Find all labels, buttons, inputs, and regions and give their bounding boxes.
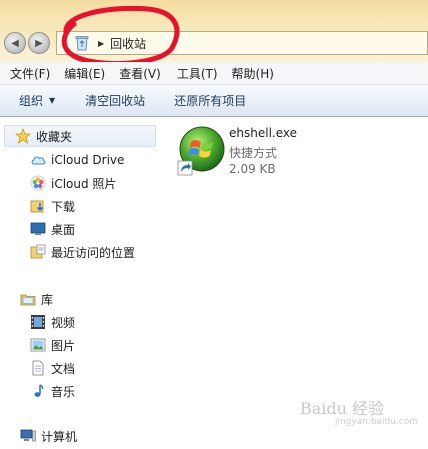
desktop-icon — [30, 222, 46, 235]
file-name: ehshell.exe — [229, 126, 297, 140]
document-icon — [32, 360, 44, 376]
library-icon — [20, 294, 36, 306]
watermark: Baidu 经验 — [300, 399, 385, 418]
picture-icon — [30, 338, 46, 352]
video-film-icon — [31, 315, 45, 329]
file-item[interactable]: ehshell.exe 快捷方式 2.09 KB — [163, 117, 428, 181]
nav-libraries-label: 库 — [41, 292, 54, 307]
nav-item-label: 文档 — [51, 361, 76, 376]
photos-icon — [30, 175, 46, 191]
file-size: 2.09 KB — [229, 162, 276, 176]
computer-icon — [20, 429, 36, 442]
restore-all-button[interactable]: 还原所有项目 — [174, 92, 246, 109]
file-list: ehshell.exe 快捷方式 2.09 KB — [163, 117, 428, 449]
music-note-icon — [34, 384, 44, 397]
nav-item-label: iCloud 照片 — [51, 176, 117, 191]
address-box[interactable]: ▶ 回收站 — [56, 31, 428, 55]
nav-item-downloads[interactable]: 下载 — [30, 196, 75, 216]
nav-item-label: 图片 — [51, 338, 76, 353]
nav-item-documents[interactable]: 文档 — [30, 358, 75, 378]
nav-item-pictures[interactable]: 图片 — [30, 335, 75, 355]
recent-places-icon — [30, 244, 46, 259]
nav-favorites[interactable]: 收藏夹 — [4, 125, 156, 147]
recycle-bin-icon — [75, 36, 89, 51]
command-toolbar: 组织 ▼ 清空回收站 还原所有项目 — [0, 85, 428, 117]
menu-edit[interactable]: 编辑(E) — [59, 65, 110, 82]
nav-item-recent-places[interactable]: 最近访问的位置 — [30, 242, 135, 262]
nav-item-label: 最近访问的位置 — [51, 245, 136, 260]
menu-help[interactable]: 帮助(H) — [227, 65, 279, 82]
menu-tools[interactable]: 工具(T) — [172, 65, 223, 82]
menu-file[interactable]: 文件(F) — [5, 65, 55, 82]
menu-bar: 文件(F) 编辑(E) 查看(V) 工具(T) 帮助(H) — [0, 62, 428, 85]
nav-item-desktop[interactable]: 桌面 — [30, 219, 75, 239]
nav-item-label: 音乐 — [51, 384, 76, 399]
nav-computer[interactable]: 计算机 — [20, 426, 77, 446]
nav-item-label: 视频 — [51, 315, 76, 330]
watermark-url: jingyan.baidu.com — [335, 417, 419, 427]
back-button[interactable]: ◀ — [4, 32, 26, 54]
forward-button[interactable]: ▶ — [28, 32, 50, 54]
downloads-folder-icon — [30, 200, 44, 213]
nav-favorites-label: 收藏夹 — [36, 129, 73, 144]
chevron-down-icon: ▼ — [49, 96, 56, 105]
empty-recycle-bin-button[interactable]: 清空回收站 — [85, 92, 145, 109]
nav-libraries[interactable]: 库 — [20, 289, 53, 309]
nav-item-label: iCloud Drive — [51, 153, 125, 167]
nav-item-label: 下载 — [51, 199, 76, 214]
file-type: 快捷方式 — [229, 146, 278, 160]
nav-item-icloud-photos[interactable]: iCloud 照片 — [30, 173, 116, 193]
windows-media-center-shortcut-icon — [177, 126, 225, 176]
nav-item-videos[interactable]: 视频 — [30, 312, 75, 332]
back-arrow-icon: ◀ — [11, 37, 19, 49]
nav-item-music[interactable]: 音乐 — [30, 381, 75, 401]
nav-computer-label: 计算机 — [41, 429, 78, 444]
navigation-pane: 收藏夹 iCloud Drive iCloud 照片 下载 桌面 最近访问的位置… — [0, 117, 162, 449]
forward-arrow-icon: ▶ — [35, 37, 43, 49]
breadcrumb-recycle-bin[interactable]: 回收站 — [110, 35, 146, 52]
cloud-icon — [31, 156, 46, 165]
nav-item-label: 桌面 — [51, 222, 76, 237]
star-icon — [15, 128, 31, 144]
organize-label: 组织 — [19, 94, 44, 108]
organize-button[interactable]: 组织 ▼ — [19, 92, 55, 109]
menu-view[interactable]: 查看(V) — [114, 65, 166, 82]
nav-item-icloud-drive[interactable]: iCloud Drive — [30, 150, 124, 170]
breadcrumb-arrow-icon[interactable]: ▶ — [98, 39, 104, 48]
